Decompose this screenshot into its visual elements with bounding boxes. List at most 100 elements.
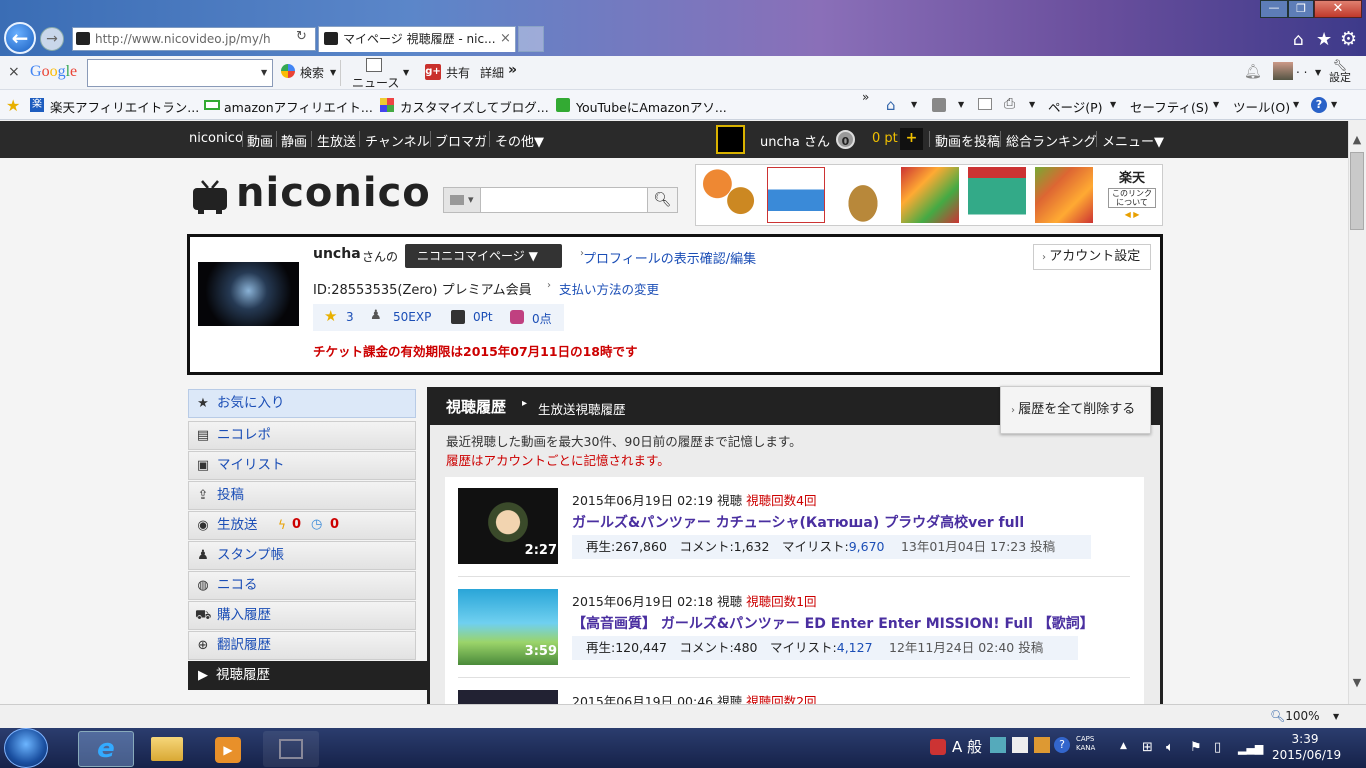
zoom-level[interactable]: 🔍︎100% — [1270, 709, 1320, 723]
gear-icon[interactable]: ⚙ — [1340, 28, 1357, 50]
device-icon[interactable]: ▯ — [1214, 740, 1221, 755]
chevron-down-icon[interactable]: ▼ — [261, 68, 267, 77]
buy-points-button[interactable]: + — [900, 128, 923, 150]
tray-app-icon[interactable] — [1012, 737, 1028, 753]
nav-points[interactable]: 0 pt — [872, 131, 898, 146]
more-icon[interactable]: » — [862, 90, 869, 104]
favorites-star-icon[interactable]: ★ — [1316, 29, 1332, 50]
nav-video[interactable]: 動画 — [247, 131, 273, 150]
rss-icon[interactable] — [932, 98, 946, 112]
window-close-button[interactable]: ✕ — [1314, 0, 1362, 18]
taskbar-ie-button[interactable]: e — [78, 731, 134, 767]
ime-indicator[interactable]: A 般 — [952, 736, 982, 757]
chevron-down-icon[interactable]: ▼ — [1110, 100, 1116, 109]
ad-item[interactable] — [1035, 167, 1093, 223]
tab-mypage-history[interactable]: マイページ 視聴履歴 - nic... — [318, 26, 516, 52]
ad-item[interactable] — [767, 167, 825, 223]
ad-arrows-icon[interactable]: ◀ ▶ — [1104, 210, 1160, 219]
window-minimize-button[interactable]: — — [1260, 0, 1288, 18]
network-signal-icon[interactable]: ▂▄▆ — [1238, 742, 1263, 755]
settings-button[interactable]: 🔧︎ 設定 — [1328, 60, 1352, 84]
toolbar-close-icon[interactable]: × — [8, 64, 20, 80]
delete-all-history-button[interactable]: › 履歴を全て削除する — [1000, 386, 1151, 434]
video-title-link[interactable]: ガールズ&パンツァー カチューシャ(Катюша) プラウダ高校ver full — [572, 512, 1024, 532]
taskbar-media-button[interactable]: ▶ — [200, 731, 256, 767]
home-icon[interactable]: ⌂ — [886, 96, 896, 114]
side-menu-translation[interactable]: 翻訳履歴 — [188, 631, 416, 660]
address-bar[interactable]: http://www.nicovideo.jp/my/h — [72, 27, 316, 51]
chevron-down-icon[interactable]: ▼ — [1213, 100, 1219, 109]
side-menu-nicoru[interactable]: ニコる — [188, 571, 416, 600]
home-icon[interactable]: ⌂ — [1293, 30, 1304, 50]
favorite-link-blog[interactable]: カスタマイズしてブログ... — [400, 97, 549, 116]
chevron-down-icon[interactable]: ▼ — [1315, 68, 1321, 77]
start-button[interactable] — [4, 728, 48, 768]
rakuten-ad-link[interactable]: 楽天 このリンクについて ◀ ▶ — [1104, 167, 1160, 223]
niconico-logo[interactable]: niconico — [236, 170, 431, 216]
chevron-down-icon[interactable]: ▼ — [403, 68, 409, 77]
tray-expand-icon[interactable]: ▲ — [1120, 741, 1127, 751]
nav-seiga[interactable]: 静画 — [281, 131, 307, 150]
favorite-link-amazon[interactable]: amazonアフィリエイト... — [224, 97, 373, 116]
print-icon[interactable]: ⎙ — [1004, 96, 1015, 112]
window-maximize-button[interactable]: ❐ — [1288, 0, 1314, 18]
more-icon[interactable]: » — [508, 62, 517, 78]
new-tab-button[interactable] — [518, 26, 544, 52]
forward-button[interactable]: → — [40, 27, 64, 51]
mail-icon[interactable] — [978, 98, 992, 110]
nav-user-name[interactable]: uncha さん — [760, 131, 830, 150]
chevron-down-icon[interactable]: ▼ — [1293, 100, 1299, 109]
favorite-link-rakuten[interactable]: 楽天アフィリエイトラン... — [50, 97, 199, 116]
live-history-link[interactable]: 生放送視聴履歴 — [538, 399, 626, 418]
search-button[interactable]: 🔍︎ — [647, 187, 678, 213]
page-menu[interactable]: ページ(P) — [1048, 97, 1103, 116]
nav-ranking[interactable]: 総合ランキング — [1006, 131, 1097, 150]
side-menu-upload[interactable]: 投稿 — [188, 481, 416, 510]
ad-item[interactable] — [968, 167, 1026, 223]
help-icon[interactable]: ? — [1311, 97, 1327, 113]
bell-icon[interactable]: 🔔︎ — [1244, 64, 1262, 80]
taskbar-explorer-button[interactable] — [139, 731, 195, 767]
nav-others[interactable]: その他▼ — [495, 131, 544, 150]
tab-close-button[interactable]: × — [500, 31, 511, 46]
video-title-link[interactable]: 【高音画質】 ガールズ&パンツァー ED Enter Enter MISSION… — [572, 613, 1094, 633]
windows-icon[interactable]: ⊞ — [1142, 740, 1153, 755]
chevron-down-icon[interactable]: ▼ — [911, 100, 917, 109]
account-settings-button[interactable]: › アカウント設定 — [1033, 244, 1151, 270]
scroll-down-icon[interactable]: ▼ — [1348, 676, 1366, 689]
payment-method-link[interactable]: 支払い方法の変更 — [559, 279, 659, 298]
tray-app-icon[interactable] — [1034, 737, 1050, 753]
side-menu-stamp[interactable]: スタンプ帳 — [188, 541, 416, 570]
detail-button[interactable]: 詳細 — [480, 64, 504, 81]
help-icon[interactable]: ? — [1054, 737, 1070, 753]
tools-menu[interactable]: ツール(O) — [1233, 97, 1290, 116]
nav-menu[interactable]: メニュー▼ — [1102, 131, 1164, 150]
search-type-select[interactable]: ▾ — [443, 187, 481, 213]
taskbar-window-button[interactable] — [263, 731, 319, 767]
scrollbar-thumb[interactable] — [1350, 152, 1364, 230]
favorites-star-icon[interactable]: ★ — [6, 96, 20, 115]
side-menu-mylist[interactable]: マイリスト — [188, 451, 416, 480]
safety-menu[interactable]: セーフティ(S) — [1130, 97, 1209, 116]
share-button[interactable]: 共有 — [446, 64, 470, 81]
flag-icon[interactable]: ⚑ — [1190, 740, 1202, 755]
nav-live[interactable]: 生放送 — [317, 131, 356, 150]
ad-item[interactable] — [901, 167, 959, 223]
reload-icon[interactable]: ↻ — [296, 29, 307, 44]
profile-image[interactable] — [1273, 62, 1293, 80]
speaker-icon[interactable]: 🔈︎ — [1166, 740, 1174, 755]
chevron-down-icon[interactable]: ▼ — [1333, 712, 1339, 721]
back-button[interactable]: ← — [4, 22, 36, 54]
side-menu-favorites[interactable]: お気に入り — [188, 389, 416, 418]
side-menu-purchase[interactable]: 購入履歴 — [188, 601, 416, 630]
chevron-down-icon[interactable]: ▼ — [958, 100, 964, 109]
nav-upload-video[interactable]: 動画を投稿 — [935, 131, 1000, 150]
tray-app-icon[interactable] — [990, 737, 1006, 753]
side-menu-nicorepo[interactable]: ニコレポ — [188, 421, 416, 450]
ad-item[interactable] — [834, 167, 892, 223]
profile-menu[interactable]: . . — [1296, 62, 1307, 76]
video-thumbnail[interactable] — [458, 690, 558, 704]
favorite-link-youtube[interactable]: YouTubeにAmazonアソ... — [576, 97, 727, 116]
news-button[interactable]: ニュース — [352, 74, 399, 91]
nav-channel[interactable]: チャンネル — [365, 131, 430, 150]
